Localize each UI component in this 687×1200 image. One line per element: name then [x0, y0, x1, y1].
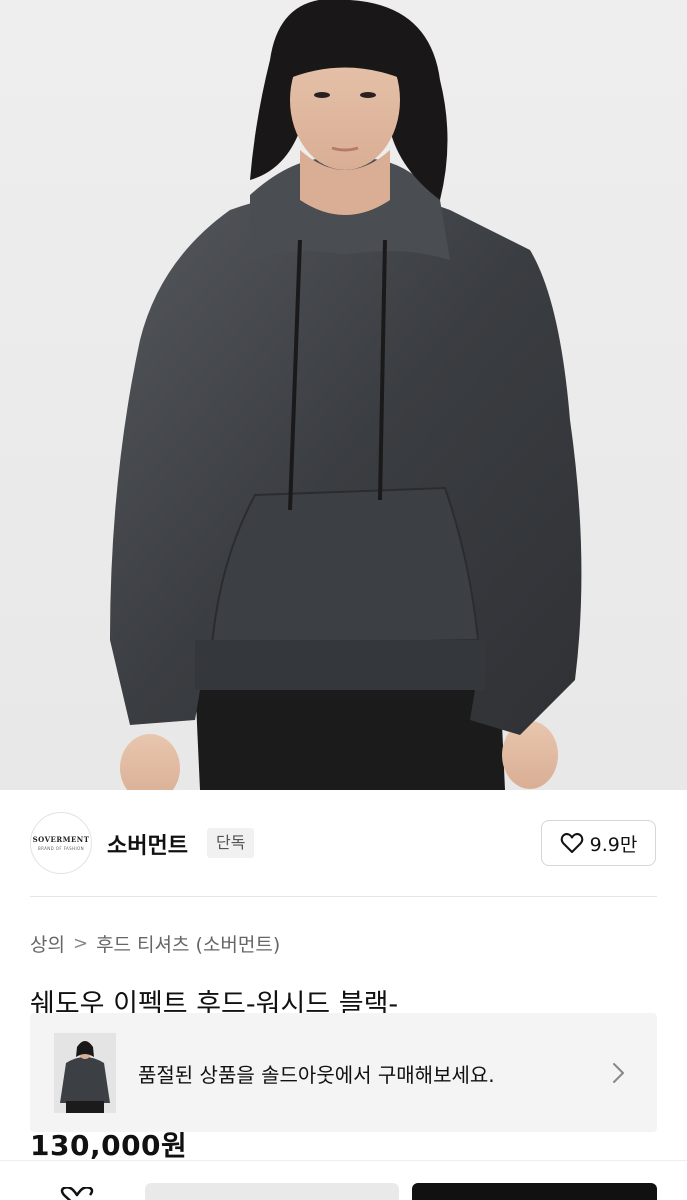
like-count: 9.9만 — [589, 833, 638, 856]
exclusive-badge: 단독 — [207, 828, 255, 858]
divider — [30, 896, 657, 897]
brand-logo-subtext: BRAND OF FASHION — [37, 846, 85, 851]
soldout-banner-text: 품절된 상품을 솔드아웃에서 구매해보세요. — [138, 1063, 495, 1087]
breadcrumb-subcategory[interactable]: 후드 티셔츠 (소버먼트) — [96, 930, 280, 957]
brand-name[interactable]: 소버먼트 — [107, 828, 188, 860]
wishlist-heart-icon[interactable] — [58, 1187, 96, 1200]
bottom-action-bar — [0, 1160, 687, 1200]
product-image[interactable] — [0, 0, 687, 790]
breadcrumb-separator: > — [72, 933, 89, 954]
brand-row: SOVERMENT BRAND OF FASHION 소버먼트 단독 9.9만 — [0, 790, 687, 896]
hoodie-thumbnail-icon — [54, 1033, 116, 1113]
cart-button[interactable] — [145, 1183, 399, 1200]
chevron-right-icon — [613, 1063, 624, 1083]
buy-button[interactable] — [412, 1183, 657, 1200]
soldout-banner[interactable]: 품절된 상품을 솔드아웃에서 구매해보세요. — [30, 1013, 657, 1132]
brand-logo[interactable]: SOVERMENT BRAND OF FASHION — [30, 812, 92, 874]
brand-logo-text: SOVERMENT — [32, 835, 90, 844]
heart-icon — [560, 833, 583, 853]
breadcrumb: 상의 > 후드 티셔츠 (소버먼트) — [30, 930, 280, 957]
brand-like-button[interactable]: 9.9만 — [541, 820, 656, 866]
breadcrumb-category[interactable]: 상의 — [30, 930, 65, 957]
banner-thumbnail — [54, 1033, 116, 1113]
hoodie-photo — [110, 0, 582, 790]
